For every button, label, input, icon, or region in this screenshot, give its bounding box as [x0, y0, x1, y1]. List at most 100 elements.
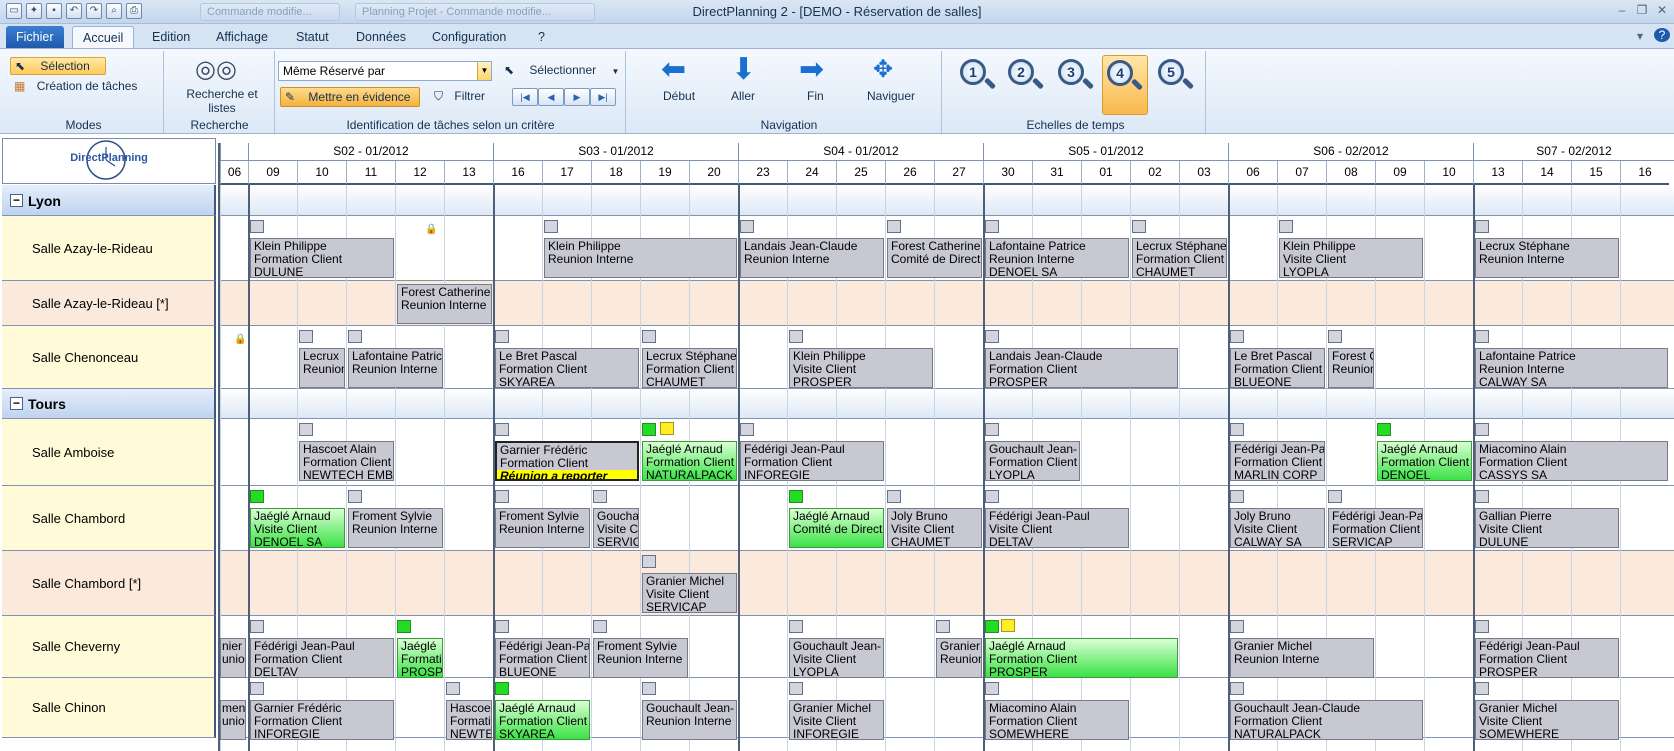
status-marker[interactable]: [985, 423, 999, 436]
day-header[interactable]: 17: [542, 161, 591, 185]
status-marker[interactable]: [1230, 682, 1244, 695]
task-bar[interactable]: Jaéglé Formati PROSP: [397, 638, 443, 678]
status-marker[interactable]: [985, 682, 999, 695]
day-header[interactable]: 02: [1130, 161, 1179, 185]
day-header[interactable]: 27: [934, 161, 983, 185]
status-marker[interactable]: [250, 682, 264, 695]
day-header[interactable]: 13: [1473, 161, 1522, 185]
status-marker[interactable]: [1475, 682, 1489, 695]
task-bar[interactable]: Lecrux Stéphane Formation Client CHAUMET: [642, 348, 737, 388]
task-bar[interactable]: Jaéglé Arnaud Formation Client NATURALPACK: [642, 441, 737, 481]
tab-statut[interactable]: Statut: [286, 26, 339, 48]
status-marker[interactable]: [985, 330, 999, 343]
task-bar[interactable]: Lafontaine Patrice Reunion Interne CALWAY …: [1475, 348, 1668, 388]
status-marker[interactable]: [660, 422, 674, 435]
day-header[interactable]: 18: [591, 161, 640, 185]
selection-mode-button[interactable]: ⬉ Sélection: [10, 57, 106, 75]
day-header[interactable]: 07: [1277, 161, 1326, 185]
status-marker[interactable]: [985, 220, 999, 233]
task-creation-button[interactable]: ▦ Création de tâches: [14, 79, 137, 93]
task-bar[interactable]: Forest Catherine Comité de Directi: [887, 238, 982, 278]
status-marker[interactable]: [1475, 620, 1489, 633]
task-bar[interactable]: Froment Sylvie Reunion Interne: [348, 508, 443, 548]
day-header[interactable]: 13: [444, 161, 493, 185]
task-bar[interactable]: Joly Bruno Visite Client CALWAY SA: [1230, 508, 1325, 548]
task-bar[interactable]: Garnier Frédéric Formation Client Réunion …: [495, 441, 639, 481]
status-marker[interactable]: [985, 620, 999, 633]
status-marker[interactable]: [250, 220, 264, 233]
tab-help[interactable]: ?: [528, 26, 555, 48]
task-bar[interactable]: Jaéglé Arnaud Comité de Directi: [789, 508, 884, 548]
next-match-button[interactable]: ▶: [564, 88, 590, 106]
task-bar[interactable]: Hascoet Formati NEWTE: [446, 700, 492, 740]
day-header[interactable]: 06: [220, 161, 248, 185]
task-bar[interactable]: Jaéglé Arnaud Formation Client DENOEL: [1377, 441, 1472, 481]
status-marker[interactable]: [1230, 423, 1244, 436]
task-bar[interactable]: Le Bret Pascal Formation Client BLUEONE: [1230, 348, 1325, 388]
task-bar[interactable]: Fédérigi Jean-Pa Formation Client SERVICAP: [1328, 508, 1423, 548]
task-bar[interactable]: Fédérigi Jean-Paul Formation Client PROSPE…: [1475, 638, 1619, 678]
task-bar[interactable]: Froment Sylvie Reunion Interne: [593, 638, 688, 678]
arrow-down-icon[interactable]: ⬇: [731, 55, 756, 85]
task-bar[interactable]: Fédérigi Jean-Pa Formation Client BLUEONE: [495, 638, 590, 678]
task-bar[interactable]: Klein Philippe Reunion Interne: [544, 238, 737, 278]
day-header[interactable]: 30: [983, 161, 1032, 185]
status-marker[interactable]: [1328, 490, 1342, 503]
task-bar[interactable]: Granier Michel Reunion Interne: [1230, 638, 1374, 678]
task-bar[interactable]: Gouchault Jean- Visite Client LYOPLA: [789, 638, 884, 678]
day-header[interactable]: 09: [248, 161, 297, 185]
status-marker[interactable]: [446, 682, 460, 695]
day-header[interactable]: 09: [1375, 161, 1424, 185]
first-match-button[interactable]: |◀: [512, 88, 538, 106]
status-marker[interactable]: [1475, 423, 1489, 436]
highlight-button[interactable]: ✎ Mettre en évidence: [280, 87, 420, 107]
status-marker[interactable]: [789, 620, 803, 633]
task-bar[interactable]: nier unio: [220, 638, 246, 678]
task-bar[interactable]: Froment Sylvie Reunion Interne: [495, 508, 590, 548]
task-bar[interactable]: Fédérigi Jean-Paul Visite Client DELTAV: [985, 508, 1129, 548]
status-marker[interactable]: [397, 620, 411, 633]
day-header[interactable]: 06: [1228, 161, 1277, 185]
zoom-5-icon[interactable]: 5: [1154, 55, 1195, 97]
task-bar[interactable]: Jaéglé Arnaud Visite Client DENOEL SA: [250, 508, 345, 548]
task-bar[interactable]: Gouchault Jean- Formation Client LYOPLA: [985, 441, 1080, 481]
task-bar[interactable]: Jaéglé Arnaud Formation Client SKYAREA: [495, 700, 590, 740]
task-bar[interactable]: Joly Bruno Visite Client CHAUMET: [887, 508, 982, 548]
status-marker[interactable]: [887, 490, 901, 503]
status-marker[interactable]: [1475, 330, 1489, 343]
status-marker[interactable]: [1230, 620, 1244, 633]
close-icon[interactable]: ✕: [1654, 3, 1670, 17]
task-bar[interactable]: Klein Philippe Visite Client LYOPLA: [1279, 238, 1423, 278]
chevron-down-icon[interactable]: ▼: [477, 62, 491, 80]
status-marker[interactable]: [544, 220, 558, 233]
status-marker[interactable]: [1132, 220, 1146, 233]
task-bar[interactable]: Lecrux Stéphane Formation Client CHAUMET: [1132, 238, 1227, 278]
tab-edition[interactable]: Edition: [142, 26, 200, 48]
task-bar[interactable]: mentunio: [220, 700, 246, 740]
status-marker[interactable]: [495, 682, 509, 695]
select-button[interactable]: ⬉ Sélectionner ▼: [504, 63, 619, 77]
status-marker[interactable]: [348, 330, 362, 343]
search-lists-button[interactable]: Recherche et listes: [179, 87, 265, 115]
day-header[interactable]: 10: [1424, 161, 1473, 185]
status-marker[interactable]: [495, 620, 509, 633]
task-bar[interactable]: Lafontaine Patrice Reunion Interne DENOEL …: [985, 238, 1129, 278]
task-bar[interactable]: Garnier Frédéric Formation Client INFOREGI…: [250, 700, 394, 740]
zoom-3-icon[interactable]: 3: [1054, 55, 1095, 97]
day-header[interactable]: 19: [640, 161, 689, 185]
status-marker[interactable]: [642, 423, 656, 436]
day-header[interactable]: 16: [1620, 161, 1669, 185]
status-marker[interactable]: [740, 423, 754, 436]
zoom-1-icon[interactable]: 1: [956, 55, 997, 97]
task-bar[interactable]: Lafontaine Patric Reunion Interne: [348, 348, 443, 388]
task-bar[interactable]: Gouchault Jean- Reunion Interne: [642, 700, 737, 740]
task-bar[interactable]: Granier Michel Visite Client SERVICAP: [642, 573, 737, 613]
status-marker[interactable]: [887, 220, 901, 233]
tab-affichage[interactable]: Affichage: [206, 26, 278, 48]
day-header[interactable]: 12: [395, 161, 444, 185]
status-marker[interactable]: [789, 330, 803, 343]
tab-configuration[interactable]: Configuration: [422, 26, 516, 48]
group-header[interactable]: − Tours: [2, 389, 216, 419]
day-header[interactable]: 26: [885, 161, 934, 185]
status-marker[interactable]: [348, 490, 362, 503]
